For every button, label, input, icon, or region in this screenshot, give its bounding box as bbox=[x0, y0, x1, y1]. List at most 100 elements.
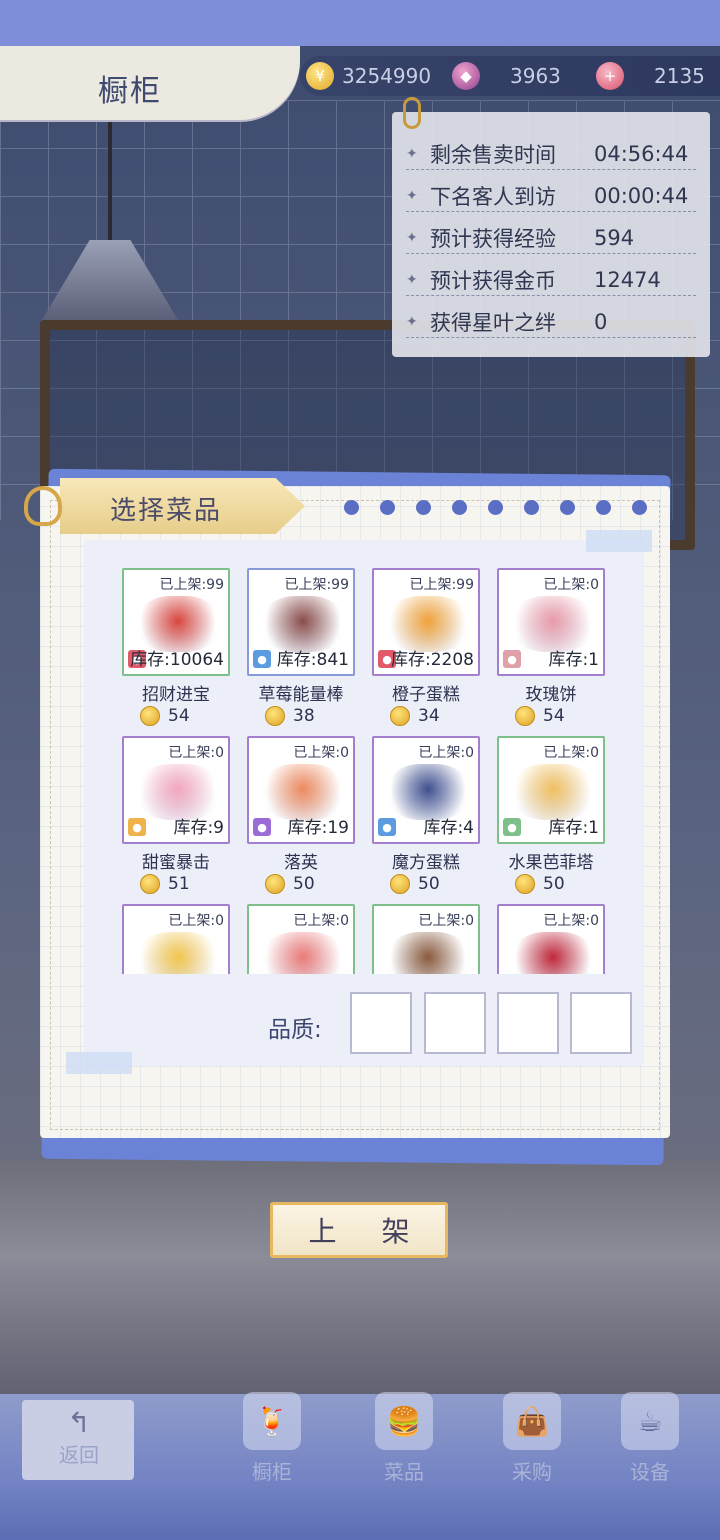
stock-count: 库存:4 bbox=[423, 818, 474, 838]
dish-tile[interactable]: 已上架:99 ● 库存:841 bbox=[247, 568, 355, 676]
dish-image bbox=[138, 764, 218, 820]
price-value: 50 bbox=[293, 874, 315, 894]
info-value: 0 bbox=[594, 309, 608, 334]
price-value: 50 bbox=[543, 874, 565, 894]
category-icon: ● bbox=[253, 650, 271, 668]
price-value: 51 bbox=[168, 874, 190, 894]
price-value: 54 bbox=[543, 706, 565, 726]
nav-purchase-label: 采购 bbox=[512, 1460, 552, 1484]
price-value: 34 bbox=[418, 706, 440, 726]
dish-name: 草莓能量棒 bbox=[258, 685, 344, 705]
back-button[interactable]: ↰ 返回 bbox=[34, 1406, 124, 1476]
dish-card[interactable]: 已上架:0 ● 库存:9 甜蜜暴击 51 bbox=[122, 736, 232, 896]
dish-price: 50 bbox=[390, 874, 440, 894]
on-shelf-count: 已上架:0 bbox=[418, 913, 474, 929]
lamp-cord bbox=[108, 120, 112, 250]
dish-price: 50 bbox=[265, 874, 315, 894]
nav-purchase[interactable]: 👜 采购 bbox=[486, 1392, 578, 1488]
dish-card[interactable]: 已上架:0 bbox=[372, 904, 482, 974]
quality-label: 品质: bbox=[268, 1017, 322, 1043]
price-value: 38 bbox=[293, 706, 315, 726]
dish-card[interactable]: 已上架:0 bbox=[247, 904, 357, 974]
dish-card[interactable]: 已上架:0 ● 库存:1 玫瑰饼 54 bbox=[497, 568, 607, 728]
quality-slot-2[interactable] bbox=[424, 992, 486, 1054]
gold-coin-icon: ¥ bbox=[306, 62, 334, 90]
dish-card[interactable]: 已上架:99 ● 库存:2208 橙子蛋糕 34 bbox=[372, 568, 482, 728]
quality-slot-1[interactable] bbox=[350, 992, 412, 1054]
nav-cabinet-label: 橱柜 bbox=[252, 1460, 292, 1484]
category-icon: ● bbox=[253, 818, 271, 836]
back-label: 返回 bbox=[59, 1443, 99, 1467]
nav-dishes[interactable]: 🍔 菜品 bbox=[358, 1392, 450, 1488]
dish-tile[interactable]: 已上架:0 ● 库存:1 bbox=[497, 568, 605, 676]
burger-icon: 🍔 bbox=[375, 1392, 433, 1450]
dish-tile[interactable]: 已上架:0 bbox=[122, 904, 230, 974]
dish-image bbox=[263, 764, 343, 820]
dish-image bbox=[513, 932, 593, 974]
coin-icon bbox=[390, 874, 410, 894]
dish-name: 玫瑰饼 bbox=[525, 685, 577, 705]
dish-tile[interactable]: 已上架:99 ● 库存:2208 bbox=[372, 568, 480, 676]
quality-slot-4[interactable] bbox=[570, 992, 632, 1054]
tape bbox=[66, 1052, 132, 1074]
bullet-icon: ✦ bbox=[406, 145, 418, 162]
nav-equipment[interactable]: ☕ 设备 bbox=[604, 1392, 696, 1488]
on-shelf-count: 已上架:0 bbox=[418, 745, 474, 761]
price-value: 54 bbox=[168, 706, 190, 726]
dish-tile[interactable]: 已上架:0 ● 库存:9 bbox=[122, 736, 230, 844]
dish-card[interactable]: 已上架:0 ● 库存:1 水果芭菲塔 50 bbox=[497, 736, 607, 896]
dish-name: 招财进宝 bbox=[142, 685, 210, 705]
category-icon: ● bbox=[503, 818, 521, 836]
info-label: 剩余售卖时间 bbox=[430, 142, 556, 167]
back-arrow-icon: ↰ bbox=[67, 1406, 91, 1439]
dish-name: 水果芭菲塔 bbox=[508, 853, 594, 873]
quality-slot-3[interactable] bbox=[497, 992, 559, 1054]
dish-name: 魔方蛋糕 bbox=[392, 853, 460, 873]
dish-card[interactable]: 已上架:99 ● 库存:10064 招财进宝 54 bbox=[122, 568, 232, 728]
coin-icon bbox=[265, 874, 285, 894]
dish-grid[interactable]: 已上架:99 ● 库存:10064 招财进宝 54 已上架:99 ● 库存:841 草莓能量棒 3… bbox=[118, 568, 610, 974]
nav-cabinet[interactable]: 🍹 橱柜 bbox=[226, 1392, 318, 1488]
bullet-icon: ✦ bbox=[406, 271, 418, 288]
category-icon: ● bbox=[503, 650, 521, 668]
dish-image bbox=[138, 932, 218, 974]
heart-resource[interactable]: + 2135 bbox=[596, 56, 705, 96]
on-shelf-count: 已上架:0 bbox=[543, 577, 599, 593]
dish-image bbox=[263, 932, 343, 974]
dish-card[interactable]: 已上架:0 ● 库存:4 魔方蛋糕 50 bbox=[372, 736, 482, 896]
on-shelf-count: 已上架:99 bbox=[409, 577, 474, 593]
dish-card[interactable]: 已上架:0 ● 库存:19 落英 50 bbox=[247, 736, 357, 896]
dish-tile[interactable]: 已上架:0 ● 库存:1 bbox=[497, 736, 605, 844]
category-icon: ● bbox=[128, 818, 146, 836]
info-row: ✦ 下名客人到访 00:00:44 bbox=[406, 180, 696, 212]
coin-icon bbox=[140, 706, 160, 726]
dish-tile[interactable]: 已上架:0 bbox=[372, 904, 480, 974]
on-shelf-count: 已上架:0 bbox=[168, 745, 224, 761]
on-shelf-count: 已上架:0 bbox=[293, 745, 349, 761]
dish-tile[interactable]: 已上架:0 bbox=[497, 904, 605, 974]
dish-card[interactable]: 已上架:0 bbox=[497, 904, 607, 974]
info-row: ✦ 预计获得经验 594 bbox=[406, 222, 696, 254]
dish-price: 34 bbox=[390, 706, 440, 726]
dish-tile[interactable]: 已上架:0 bbox=[247, 904, 355, 974]
dish-tile[interactable]: 已上架:99 ● 库存:10064 bbox=[122, 568, 230, 676]
stock-count: 库存:1 bbox=[548, 650, 599, 670]
dish-price: 38 bbox=[265, 706, 315, 726]
put-on-shelf-button[interactable]: 上 架 bbox=[270, 1202, 448, 1258]
stock-count: 库存:1 bbox=[548, 818, 599, 838]
info-value: 594 bbox=[594, 225, 635, 250]
dish-tile[interactable]: 已上架:0 ● 库存:19 bbox=[247, 736, 355, 844]
gem-icon: ◆ bbox=[452, 62, 480, 90]
dish-card[interactable]: 已上架:99 ● 库存:841 草莓能量棒 38 bbox=[247, 568, 357, 728]
dish-name: 甜蜜暴击 bbox=[142, 853, 210, 873]
dish-name: 落英 bbox=[284, 853, 318, 873]
clip-icon bbox=[24, 486, 62, 526]
category-icon: ● bbox=[378, 818, 396, 836]
stock-count: 库存:2208 bbox=[391, 650, 474, 670]
heart-plus-icon[interactable]: + bbox=[596, 62, 624, 90]
dish-tile[interactable]: 已上架:0 ● 库存:4 bbox=[372, 736, 480, 844]
info-row: ✦ 预计获得金币 12474 bbox=[406, 264, 696, 296]
dish-image bbox=[388, 932, 468, 974]
dish-price: 54 bbox=[140, 706, 190, 726]
dish-card[interactable]: 已上架:0 bbox=[122, 904, 232, 974]
